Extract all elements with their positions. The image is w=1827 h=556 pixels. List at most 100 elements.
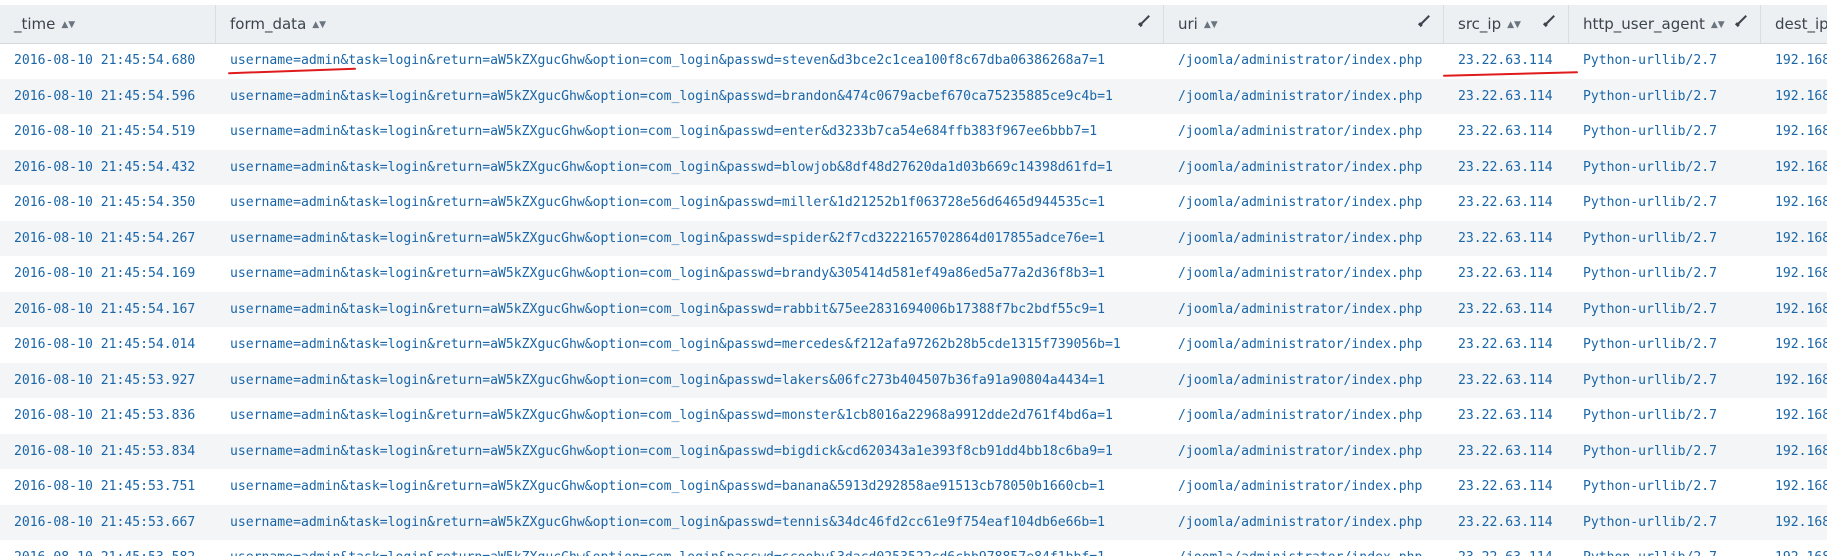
- table-row[interactable]: 2016-08-10 21:45:53.582username=admin&ta…: [0, 540, 1827, 556]
- cell-src-ip[interactable]: 23.22.63.114: [1444, 398, 1569, 434]
- cell-uri[interactable]: /joomla/administrator/index.php: [1164, 79, 1444, 115]
- cell-time[interactable]: 2016-08-10 21:45:53.582: [0, 540, 216, 556]
- cell-dest-ip[interactable]: 192.168: [1761, 469, 1827, 505]
- cell-uri[interactable]: /joomla/administrator/index.php: [1164, 292, 1444, 328]
- cell-form-data[interactable]: username=admin&task=login&return=aW5kZXg…: [216, 434, 1164, 470]
- cell-dest-ip[interactable]: 192.168: [1761, 434, 1827, 470]
- cell-src-ip[interactable]: 23.22.63.114: [1444, 185, 1569, 221]
- cell-src-ip[interactable]: 23.22.63.114: [1444, 256, 1569, 292]
- cell-dest-ip[interactable]: 192.168: [1761, 540, 1827, 556]
- cell-http-user-agent[interactable]: Python-urllib/2.7: [1569, 434, 1761, 470]
- cell-dest-ip[interactable]: 192.168: [1761, 150, 1827, 186]
- cell-dest-ip[interactable]: 192.168: [1761, 221, 1827, 257]
- cell-http-user-agent[interactable]: Python-urllib/2.7: [1569, 114, 1761, 150]
- cell-form-data[interactable]: username=admin&task=login&return=aW5kZXg…: [216, 79, 1164, 115]
- cell-time[interactable]: 2016-08-10 21:45:53.927: [0, 363, 216, 399]
- table-row[interactable]: 2016-08-10 21:45:54.596 username=admin&ta…: [0, 78, 1827, 115]
- cell-uri[interactable]: /joomla/administrator/index.php: [1164, 469, 1444, 505]
- cell-form-data[interactable]: username=admin&task=login&return=aW5kZXg…: [216, 256, 1164, 292]
- cell-time[interactable]: 2016-08-10 21:45:54.014: [0, 327, 216, 363]
- cell-form-data[interactable]: username=admin&task=login&return=aW5kZXg…: [216, 185, 1164, 221]
- table-row[interactable]: 2016-08-10 21:45:54.432 username=admin&ta…: [0, 149, 1827, 186]
- cell-form-data[interactable]: username=admin&task=login&return=aW5kZXg…: [216, 398, 1164, 434]
- cell-time[interactable]: 2016-08-10 21:45:54.169: [0, 256, 216, 292]
- cell-form-data[interactable]: username=admin&task=login&return=aW5kZXg…: [216, 221, 1164, 257]
- cell-dest-ip[interactable]: 192.168: [1761, 505, 1827, 541]
- table-row[interactable]: 2016-08-10 21:45:54.350 username=admin&ta…: [0, 185, 1827, 221]
- cell-uri[interactable]: /joomla/administrator/index.php: [1164, 43, 1444, 79]
- cell-time[interactable]: 2016-08-10 21:45:53.667: [0, 505, 216, 541]
- table-row[interactable]: 2016-08-10 21:45:54.519 username=admin&ta…: [0, 114, 1827, 150]
- column-header-http-user-agent[interactable]: http_user_agent ▲▼: [1569, 5, 1761, 43]
- column-header-dest-ip[interactable]: dest_ip: [1761, 5, 1827, 43]
- cell-dest-ip[interactable]: 192.168: [1761, 256, 1827, 292]
- cell-form-data[interactable]: username=admin&task=login&return=aW5kZXg…: [216, 292, 1164, 328]
- column-header-time[interactable]: _time ▲▼: [0, 5, 216, 43]
- cell-time[interactable]: 2016-08-10 21:45:53.751: [0, 469, 216, 505]
- cell-src-ip[interactable]: 23.22.63.114: [1444, 327, 1569, 363]
- cell-http-user-agent[interactable]: Python-urllib/2.7: [1569, 221, 1761, 257]
- cell-time[interactable]: 2016-08-10 21:45:54.167: [0, 292, 216, 328]
- cell-uri[interactable]: /joomla/administrator/index.php: [1164, 150, 1444, 186]
- pencil-icon[interactable]: [1545, 15, 1555, 25]
- cell-src-ip[interactable]: 23.22.63.114: [1444, 79, 1569, 115]
- cell-time[interactable]: 2016-08-10 21:45:54.350: [0, 185, 216, 221]
- cell-http-user-agent[interactable]: Python-urllib/2.7: [1569, 505, 1761, 541]
- cell-uri[interactable]: /joomla/administrator/index.php: [1164, 327, 1444, 363]
- column-header-src-ip[interactable]: src_ip ▲▼: [1444, 5, 1569, 43]
- cell-src-ip[interactable]: 23.22.63.114: [1444, 150, 1569, 186]
- cell-http-user-agent[interactable]: Python-urllib/2.7: [1569, 256, 1761, 292]
- table-row[interactable]: 2016-08-10 21:45:54.169 username=admin&ta…: [0, 256, 1827, 292]
- cell-uri[interactable]: /joomla/administrator/index.php: [1164, 398, 1444, 434]
- cell-time[interactable]: 2016-08-10 21:45:54.267: [0, 221, 216, 257]
- column-header-form-data[interactable]: form_data ▲▼: [216, 5, 1164, 43]
- cell-src-ip[interactable]: 23.22.63.114: [1444, 505, 1569, 541]
- cell-time[interactable]: 2016-08-10 21:45:53.836: [0, 398, 216, 434]
- cell-uri[interactable]: /joomla/administrator/index.php: [1164, 256, 1444, 292]
- cell-src-ip[interactable]: 23.22.63.114: [1444, 469, 1569, 505]
- cell-form-data[interactable]: username=admin&task=login&return=aW5kZXg…: [216, 505, 1164, 541]
- table-row[interactable]: 2016-08-10 21:45:53.834 username=admin&ta…: [0, 433, 1827, 470]
- cell-form-data[interactable]: username=admin&task=login&return=aW5kZXg…: [216, 469, 1164, 505]
- cell-src-ip[interactable]: 23.22.63.114: [1444, 363, 1569, 399]
- cell-dest-ip[interactable]: 192.168: [1761, 292, 1827, 328]
- cell-time[interactable]: 2016-08-10 21:45:54.432: [0, 150, 216, 186]
- cell-http-user-agent[interactable]: Python-urllib/2.7: [1569, 185, 1761, 221]
- cell-src-ip[interactable]: 23.22.63.114: [1444, 434, 1569, 470]
- cell-form-data[interactable]: username=admin&task=login&return=aW5kZXg…: [216, 43, 1164, 79]
- sort-arrows-icon[interactable]: ▲▼: [1204, 20, 1218, 30]
- cell-dest-ip[interactable]: 192.168: [1761, 185, 1827, 221]
- cell-http-user-agent[interactable]: Python-urllib/2.7: [1569, 150, 1761, 186]
- table-row[interactable]: 2016-08-10 21:45:53.667 username=admin&ta…: [0, 504, 1827, 541]
- table-row[interactable]: 2016-08-10 21:45:53.836 username=admin&ta…: [0, 398, 1827, 434]
- pencil-icon[interactable]: [1140, 15, 1150, 25]
- cell-uri[interactable]: /joomla/administrator/index.php: [1164, 434, 1444, 470]
- cell-uri[interactable]: /joomla/administrator/index.php: [1164, 221, 1444, 257]
- cell-http-user-agent[interactable]: Python-urllib/2.7: [1569, 79, 1761, 115]
- table-row[interactable]: 2016-08-10 21:45:54.014 username=admin&ta…: [0, 327, 1827, 363]
- cell-time[interactable]: 2016-08-10 21:45:54.596: [0, 79, 216, 115]
- cell-form-data[interactable]: username=admin&task=login&return=aW5kZXg…: [216, 114, 1164, 150]
- pencil-icon[interactable]: [1737, 15, 1747, 25]
- cell-uri[interactable]: /joomla/administrator/index.php: [1164, 540, 1444, 556]
- cell-form-data[interactable]: username=admin&task=login&return=aW5kZXg…: [216, 150, 1164, 186]
- cell-http-user-agent[interactable]: Python-urllib/2.7: [1569, 292, 1761, 328]
- cell-form-data[interactable]: username=admin&task=login&return=aW5kZXg…: [216, 363, 1164, 399]
- table-row[interactable]: 2016-08-10 21:45:54.267 username=admin&ta…: [0, 220, 1827, 257]
- column-header-uri[interactable]: uri ▲▼: [1164, 5, 1444, 43]
- cell-src-ip[interactable]: 23.22.63.114: [1444, 292, 1569, 328]
- cell-http-user-agent[interactable]: Python-urllib/2.7: [1569, 363, 1761, 399]
- cell-dest-ip[interactable]: 192.168: [1761, 363, 1827, 399]
- sort-arrows-icon[interactable]: ▲▼: [1711, 20, 1725, 30]
- cell-dest-ip[interactable]: 192.168: [1761, 79, 1827, 115]
- cell-uri[interactable]: /joomla/administrator/index.php: [1164, 363, 1444, 399]
- cell-src-ip[interactable]: 23.22.63.114: [1444, 540, 1569, 556]
- cell-src-ip[interactable]: 23.22.63.114: [1444, 221, 1569, 257]
- cell-time[interactable]: 2016-08-10 21:45:54.680: [0, 43, 216, 79]
- cell-dest-ip[interactable]: 192.168: [1761, 398, 1827, 434]
- cell-time[interactable]: 2016-08-10 21:45:54.519: [0, 114, 216, 150]
- cell-uri[interactable]: /joomla/administrator/index.php: [1164, 185, 1444, 221]
- cell-http-user-agent[interactable]: Python-urllib/2.7: [1569, 327, 1761, 363]
- table-row[interactable]: 2016-08-10 21:45:54.167 username=admin&ta…: [0, 291, 1827, 328]
- cell-http-user-agent[interactable]: Python-urllib/2.7: [1569, 469, 1761, 505]
